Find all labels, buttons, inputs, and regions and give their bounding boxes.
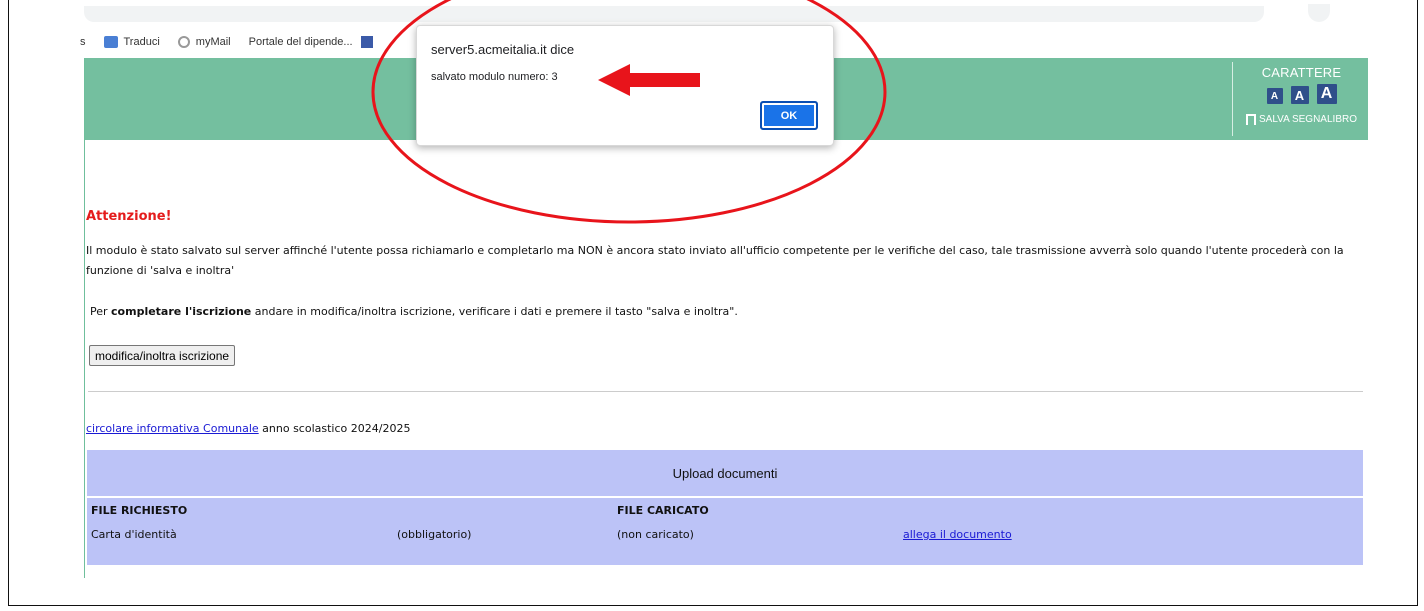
save-bookmark-link[interactable]: SALVA SEGNALIBRO xyxy=(1239,114,1364,125)
document-status: (non caricato) xyxy=(617,528,694,541)
upload-documents-table: Upload documenti FILE RICHIESTO FILE CAR… xyxy=(87,450,1363,565)
font-medium-button[interactable]: A xyxy=(1290,86,1309,104)
attach-document-link[interactable]: allega il documento xyxy=(903,528,1012,541)
translate-icon xyxy=(103,36,118,48)
table-row: Carta d'identità (obbligatorio) (non car… xyxy=(87,522,1363,546)
divider xyxy=(88,391,1363,392)
complete-instructions: Per completare l'iscrizione andare in mo… xyxy=(90,305,738,318)
col-uploaded-header: FILE CARICATO xyxy=(617,504,709,517)
dialog-origin: server5.acmeitalia.it dice xyxy=(431,42,575,57)
ok-button[interactable]: OK xyxy=(760,101,818,130)
modify-forward-button[interactable]: modifica/inoltra iscrizione xyxy=(89,345,236,366)
save-notice: Il modulo è stato salvato sul server aff… xyxy=(86,244,1344,277)
bookmark-item[interactable]: s xyxy=(80,36,86,48)
circolare-line: circolare informativa Comunale anno scol… xyxy=(86,422,411,435)
circolare-link[interactable]: circolare informativa Comunale xyxy=(86,422,259,435)
bookmark-portale[interactable]: Portale del dipende... xyxy=(249,36,379,48)
upload-title: Upload documenti xyxy=(87,450,1363,498)
dialog-message: salvato modulo numero: 3 xyxy=(431,71,558,83)
attention-heading: Attenzione! xyxy=(86,209,172,224)
font-size-title: CARATTERE xyxy=(1261,65,1342,80)
table-header-row: FILE RICHIESTO FILE CARICATO xyxy=(87,498,1363,522)
bookmark-icon xyxy=(1245,114,1256,125)
bookmark-traduci[interactable]: Traduci xyxy=(103,36,160,48)
document-name: Carta d'identità xyxy=(91,528,177,541)
font-small-button[interactable]: A xyxy=(1266,88,1283,104)
mail-icon xyxy=(177,36,190,48)
address-bar[interactable] xyxy=(84,6,1264,22)
font-large-button[interactable]: A xyxy=(1316,84,1337,104)
col-required-header: FILE RICHIESTO xyxy=(91,504,188,517)
bookmark-mymail[interactable]: myMail xyxy=(177,36,231,48)
header-divider xyxy=(1232,62,1233,136)
portal-icon xyxy=(360,36,373,48)
bookmarks-bar: s Traduci myMail Portale del dipende... xyxy=(80,32,397,52)
document-requirement: (obbligatorio) xyxy=(397,528,472,541)
red-arrow-annotation xyxy=(598,64,700,96)
font-size-controls: CARATTERE A A A SALVA SEGNALIBRO xyxy=(1239,65,1364,125)
